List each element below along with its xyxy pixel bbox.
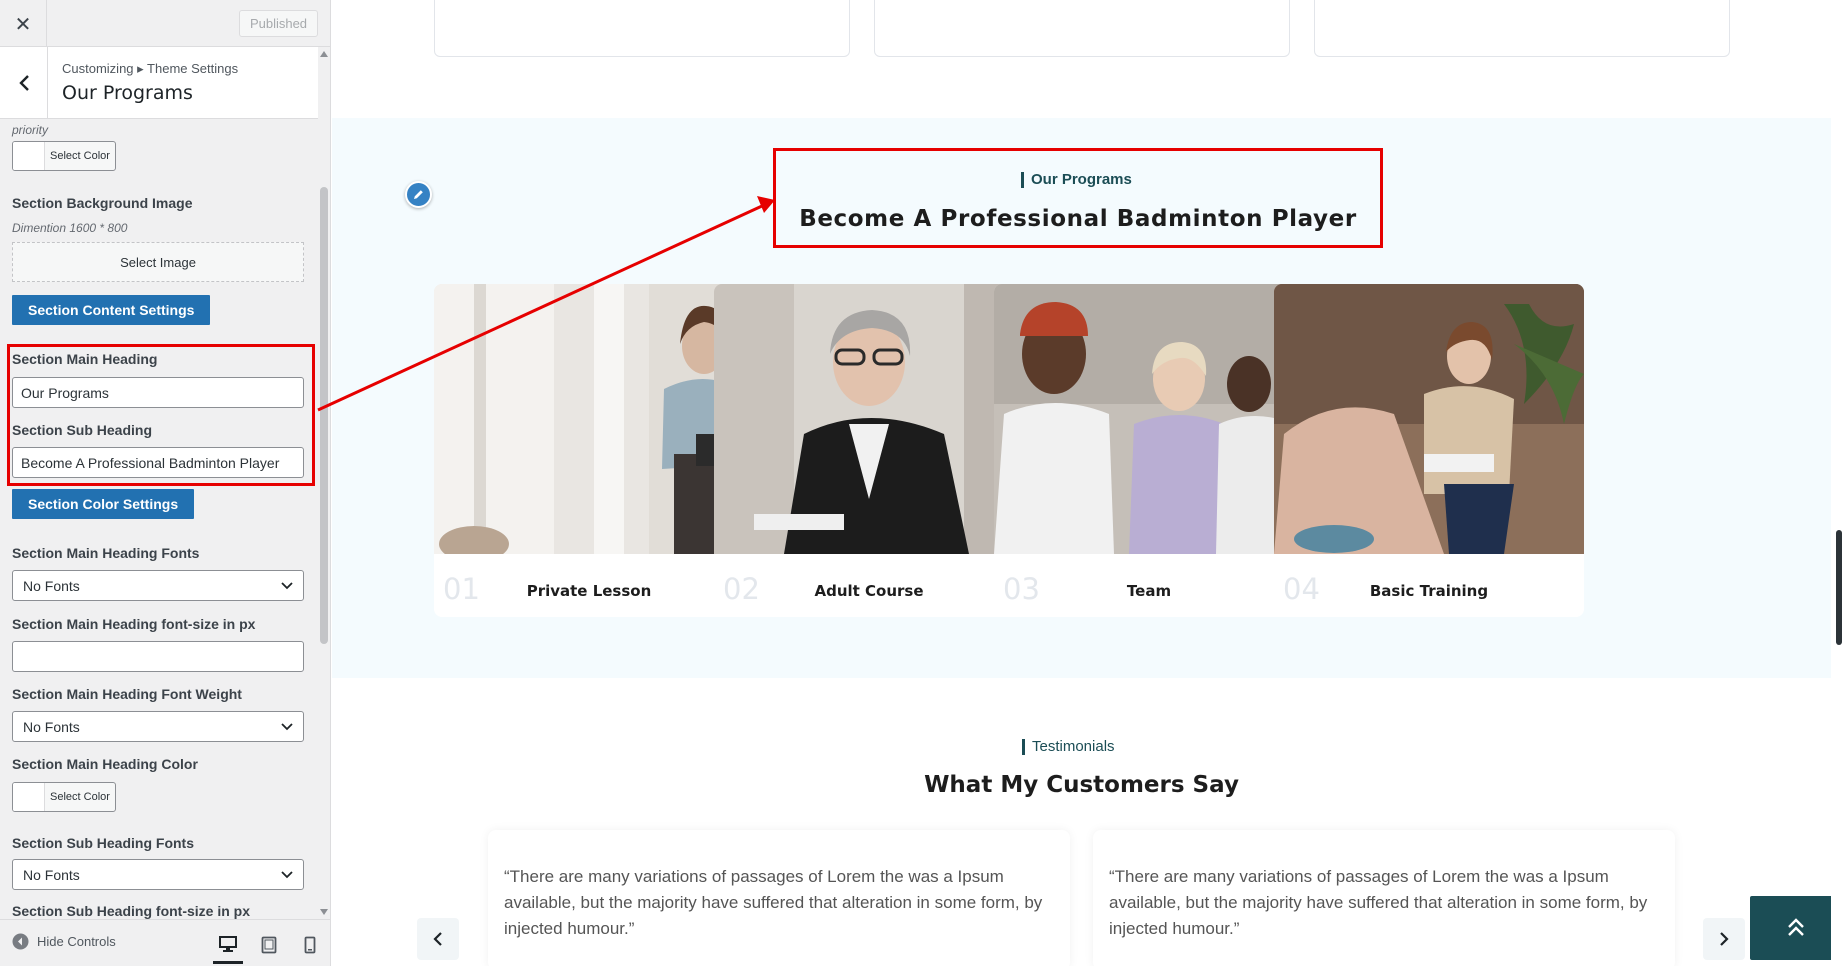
main-heading-size-label: Section Main Heading font-size in px: [12, 616, 256, 632]
double-chevron-up-icon: [1788, 918, 1804, 936]
published-button: Published: [239, 10, 318, 37]
section-eyebrow: Our Programs: [1021, 171, 1132, 188]
preview-tablet-button[interactable]: [254, 930, 284, 960]
main-heading-fonts-label: Section Main Heading Fonts: [12, 545, 200, 561]
section-header: Customizing ▸ Theme Settings Our Program…: [0, 47, 318, 119]
top-card: [874, 0, 1290, 57]
customizer-footer: Hide Controls: [0, 919, 330, 966]
close-icon[interactable]: ✕: [0, 0, 47, 47]
program-photo: [994, 284, 1304, 554]
color-swatch: [13, 142, 45, 170]
program-name: Adult Course: [814, 582, 924, 600]
breadcrumb: Customizing ▸ Theme Settings: [62, 61, 239, 76]
chevron-left-icon: [18, 75, 29, 91]
program-name: Private Lesson: [526, 582, 652, 600]
pencil-icon: [414, 190, 423, 199]
sub-heading-fonts-select[interactable]: No Fonts: [12, 859, 304, 890]
top-card: [1314, 0, 1730, 57]
program-name: Team: [1126, 582, 1172, 600]
program-card[interactable]: 02 Adult Course: [714, 284, 1024, 617]
customizer-header-bar: ✕ Published: [0, 0, 330, 47]
collapse-icon: [12, 933, 29, 950]
back-button[interactable]: [0, 47, 48, 119]
testimonial-card: “There are many variations of passages o…: [1093, 830, 1675, 966]
bg-image-label: Section Background Image: [12, 195, 193, 211]
chevron-down-icon: [281, 871, 293, 879]
highlight-box: [7, 344, 315, 486]
preview-mobile-button[interactable]: [295, 930, 325, 960]
scroll-up-icon[interactable]: [320, 51, 328, 57]
color-settings-button[interactable]: Section Color Settings: [12, 489, 195, 519]
main-heading-color-label: Section Main Heading Color: [12, 756, 198, 772]
program-photo: [1274, 284, 1584, 554]
testimonial-quote: “There are many variations of passages o…: [1109, 867, 1648, 938]
color-swatch: [13, 783, 45, 811]
select-color-label: Select Color: [50, 150, 110, 162]
select-color-button[interactable]: Select Color: [12, 141, 116, 171]
select-value: No Fonts: [23, 718, 80, 735]
customizer-sidebar: ✕ Published Customizing ▸ Theme Settings…: [0, 0, 331, 966]
testimonials-eyebrow: Testimonials: [1022, 738, 1115, 755]
testimonial-quote: “There are many variations of passages o…: [504, 867, 1043, 938]
section-title: Become A Professional Badminton Player: [799, 206, 1357, 232]
program-card[interactable]: 03 Team: [994, 284, 1304, 617]
chevron-down-icon: [281, 582, 293, 590]
top-card: [434, 0, 850, 57]
select-value: No Fonts: [23, 577, 80, 594]
controls-list: priority Select Color Section Background…: [0, 119, 318, 919]
desktop-icon: [219, 936, 237, 952]
program-card[interactable]: 01 Private Lesson: [434, 284, 744, 617]
select-color-label: Select Color: [50, 791, 110, 803]
programs-section: Our Programs Become A Professional Badmi…: [332, 118, 1831, 678]
program-card[interactable]: 04 Basic Training: [1274, 284, 1584, 617]
main-heading-weight-label: Section Main Heading Font Weight: [12, 686, 242, 702]
hide-controls-button[interactable]: Hide Controls: [12, 933, 116, 950]
main-heading-weight-select[interactable]: No Fonts: [12, 711, 304, 742]
main-heading-fonts-select[interactable]: No Fonts: [12, 570, 304, 601]
program-name: Basic Training: [1369, 582, 1489, 600]
select-color-button[interactable]: Select Color: [12, 782, 116, 812]
testimonial-card: “There are many variations of passages o…: [488, 830, 1070, 966]
chevron-left-icon: [433, 932, 442, 946]
mobile-icon: [304, 936, 316, 954]
scroll-down-icon[interactable]: [320, 909, 328, 915]
select-image-button[interactable]: Select Image: [12, 242, 304, 282]
program-photo: [434, 284, 744, 554]
carousel-prev-button[interactable]: [417, 918, 459, 960]
tablet-icon: [261, 936, 277, 954]
chevron-down-icon: [281, 723, 293, 731]
sub-heading-size-label: Section Sub Heading font-size in px: [12, 903, 251, 919]
carousel-next-button[interactable]: [1703, 918, 1745, 960]
preview-desktop-button[interactable]: [213, 927, 243, 964]
content-settings-button[interactable]: Section Content Settings: [12, 295, 211, 325]
priority-note: priority: [12, 123, 49, 137]
hide-controls-label: Hide Controls: [37, 934, 116, 949]
edit-shortcut-pencil-icon[interactable]: [405, 181, 432, 208]
main-heading-size-input[interactable]: [12, 641, 304, 672]
scrollbar-thumb[interactable]: [1836, 530, 1842, 645]
testimonials-title: What My Customers Say: [924, 772, 1239, 798]
highlight-box: Our Programs Become A Professional Badmi…: [773, 148, 1383, 248]
chevron-right-icon: [1720, 932, 1729, 946]
bg-image-note: Dimention 1600 * 800: [12, 221, 128, 235]
preview-scrollbar[interactable]: [1831, 0, 1846, 966]
panel-title: Our Programs: [62, 82, 193, 104]
sub-heading-fonts-label: Section Sub Heading Fonts: [12, 835, 195, 851]
program-photo: [714, 284, 1024, 554]
scrollbar-thumb[interactable]: [320, 187, 328, 644]
site-preview: Our Programs Become A Professional Badmi…: [332, 0, 1831, 966]
scroll-to-top-button[interactable]: [1750, 896, 1831, 960]
sidebar-scrollbar[interactable]: [318, 47, 330, 919]
select-value: No Fonts: [23, 866, 80, 883]
